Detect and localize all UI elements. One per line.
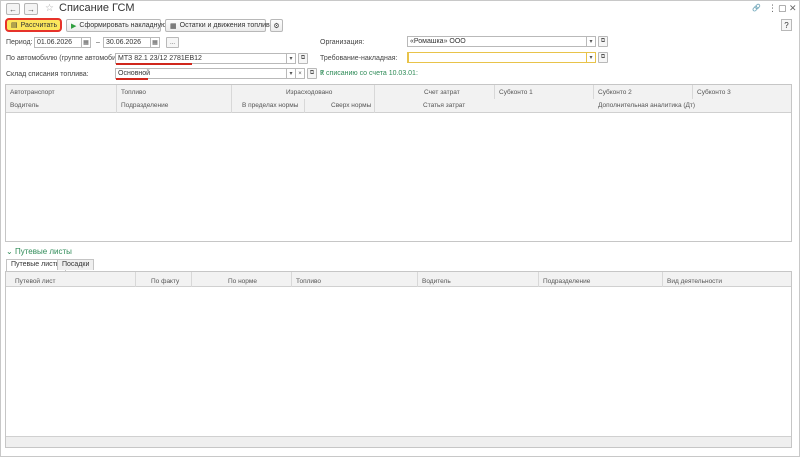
calendar-icon[interactable]: ▦: [82, 37, 91, 48]
menu-icon[interactable]: ⋮: [768, 3, 777, 14]
column-divider: [304, 99, 305, 113]
fuel-table: Автотранспорт Топливо Израсходовано Счет…: [5, 84, 792, 242]
chevron-down-icon[interactable]: ▾: [287, 68, 296, 79]
column-divider: [191, 272, 192, 287]
column-header[interactable]: Субконто 2: [598, 89, 632, 96]
tab-plantings[interactable]: Посадки: [57, 259, 95, 270]
close-icon[interactable]: ✕: [789, 3, 797, 14]
play-icon: ▶: [71, 22, 77, 30]
column-header[interactable]: Субконто 1: [499, 89, 533, 96]
column-divider: [538, 272, 539, 287]
link-icon[interactable]: 🔗: [752, 4, 761, 12]
column-header[interactable]: Топливо: [296, 278, 321, 285]
column-header[interactable]: В пределах нормы: [242, 102, 298, 109]
column-divider: [662, 272, 663, 287]
open-link-icon[interactable]: ⧉: [298, 53, 308, 64]
chevron-down-icon[interactable]: ▾: [587, 52, 596, 63]
column-header[interactable]: Подразделение: [121, 102, 168, 109]
page-title: Списание ГСМ: [59, 2, 135, 14]
column-header[interactable]: Субконто 3: [697, 89, 731, 96]
column-header[interactable]: Подразделение: [543, 278, 590, 285]
column-divider: [593, 85, 594, 99]
column-divider: [417, 272, 418, 287]
vehicle-underline: [116, 63, 192, 65]
column-divider: [116, 85, 117, 113]
vehicle-label: По автомобилю (группе автомобилей):: [6, 55, 133, 62]
forward-button[interactable]: →: [24, 3, 38, 15]
period-label: Период:: [6, 39, 33, 46]
column-header[interactable]: Водитель: [422, 278, 451, 285]
column-divider: [291, 272, 292, 287]
waybills-table-footer: [6, 436, 791, 447]
column-header[interactable]: По норме: [228, 278, 257, 285]
calculate-button-label: Рассчитать: [20, 21, 58, 29]
chevron-down-icon[interactable]: ▾: [287, 53, 296, 64]
period-dash: –: [96, 39, 100, 46]
help-button[interactable]: ?: [781, 19, 792, 31]
column-header[interactable]: Дополнительная аналитика (Дт): [598, 102, 695, 109]
waybills-table: Путевой лист По факту По норме Топливо В…: [5, 271, 792, 448]
column-header[interactable]: Израсходовано: [286, 89, 332, 96]
gear-icon: ⚙: [273, 22, 280, 30]
calculator-icon: ▤: [11, 22, 18, 29]
column-header[interactable]: Статья затрат: [423, 102, 465, 109]
column-divider: [135, 272, 136, 287]
period-to-field[interactable]: 30.06.2026: [103, 37, 151, 48]
forward-icon: →: [27, 4, 35, 14]
favorite-star-icon[interactable]: ☆: [45, 3, 54, 14]
waybills-section-title[interactable]: ⌄ Путевые листы: [6, 247, 72, 256]
period-from-field[interactable]: 01.06.2026: [34, 37, 82, 48]
column-header[interactable]: Путевой лист: [15, 278, 56, 285]
column-header[interactable]: По факту: [151, 278, 179, 285]
column-divider: [374, 85, 375, 113]
column-header[interactable]: Сверх нормы: [331, 102, 371, 109]
open-link-icon[interactable]: ⧉: [598, 36, 608, 47]
period-select-button[interactable]: ...: [166, 37, 179, 48]
calculate-button[interactable]: ▤ Рассчитать: [5, 18, 62, 32]
make-invoice-button[interactable]: ▶ Сформировать накладную: [66, 19, 166, 32]
warehouse-underline: [116, 78, 148, 80]
settings-button[interactable]: ⚙: [270, 19, 283, 32]
column-header[interactable]: Водитель: [10, 102, 39, 109]
organization-label: Организация:: [320, 39, 365, 46]
open-link-icon[interactable]: ⧉: [307, 68, 317, 79]
requisition-field[interactable]: [407, 52, 587, 63]
make-invoice-button-label: Сформировать накладную: [79, 22, 167, 29]
column-divider: [692, 85, 693, 99]
balances-button[interactable]: ▦ Остатки и движения топлива: [165, 19, 274, 32]
column-header[interactable]: Вид деятельности: [667, 278, 722, 285]
back-button[interactable]: ←: [6, 3, 20, 15]
clear-icon[interactable]: ×: [296, 68, 305, 79]
report-icon: ▦: [170, 22, 177, 30]
column-header[interactable]: Счет затрат: [424, 89, 460, 96]
open-link-icon[interactable]: ⧉: [598, 52, 608, 63]
back-icon: ←: [9, 4, 17, 14]
writeoff-account-note: К списанию со счета 10.03.01:: [320, 70, 418, 77]
balances-button-label: Остатки и движения топлива: [179, 22, 274, 29]
chevron-down-icon[interactable]: ▾: [587, 36, 596, 47]
maximize-icon[interactable]: ▢: [778, 3, 787, 14]
requisition-label: Требование-накладная:: [320, 55, 398, 62]
column-divider: [231, 85, 232, 113]
waybills-section-label: Путевые листы: [14, 247, 72, 256]
chevron-down-icon: ⌄: [6, 247, 13, 256]
column-header[interactable]: Топливо: [121, 89, 146, 96]
calendar-icon[interactable]: ▦: [151, 37, 160, 48]
warehouse-label: Склад списания топлива:: [6, 71, 89, 78]
organization-field[interactable]: «Ромашка» ООО: [407, 36, 587, 47]
column-divider: [494, 85, 495, 99]
column-header[interactable]: Автотранспорт: [10, 89, 55, 96]
